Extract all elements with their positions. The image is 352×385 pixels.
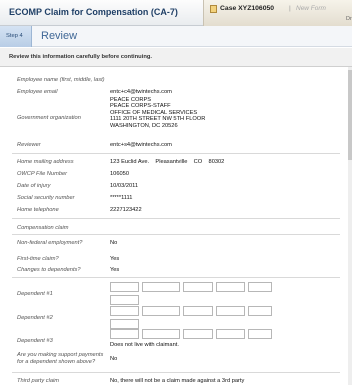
doi-value: 10/03/2011 [110, 183, 139, 189]
dependent-1-field [216, 282, 245, 292]
phone-value: 2227123422 [110, 207, 142, 213]
third-party-label: Third party claim [17, 378, 60, 384]
page-title: Review [41, 30, 78, 42]
support-label-line2: for a dependent shown above? [17, 359, 96, 365]
dependent-3-field [110, 329, 139, 339]
dependent-1-field [183, 282, 213, 292]
non-federal-value: No [110, 240, 118, 246]
dependent-3-note: Does not live with claimant. [110, 342, 179, 348]
dependent-1-field [248, 282, 272, 292]
step-bar: Step 4 Review [0, 26, 352, 47]
changes-dependents-label: Changes to dependents? [17, 267, 81, 273]
dependent-2-field [142, 306, 180, 316]
dependent-2-field [216, 306, 245, 316]
folder-icon [210, 5, 217, 13]
gov-org-label: Government organization [17, 115, 81, 121]
dependent-2-label: Dependent #2 [17, 315, 53, 321]
app-title: ECOMP Claim for Compensation (CA-7) [9, 7, 178, 17]
section-divider [12, 277, 340, 278]
dependent-1-field [142, 282, 180, 292]
gov-org-line: WASHINGTON, DC 20526 [110, 122, 178, 129]
first-time-label: First-time claim? [17, 256, 59, 262]
section-divider [12, 372, 340, 373]
step-tab-label: Step 4 [6, 33, 23, 39]
non-federal-label: Non-federal employment? [17, 240, 83, 246]
owcp-label: OWCP File Number [17, 171, 68, 177]
dependent-2-field [110, 306, 139, 316]
step-tab[interactable]: Step 4 [0, 26, 32, 47]
review-notice: Review this information carefully before… [0, 48, 352, 67]
dependent-3-label: Dependent #3 [17, 338, 53, 344]
title-bar: ECOMP Claim for Compensation (CA-7) Case… [0, 0, 352, 26]
employee-email-value: entc+c4@twintechs.com [110, 89, 172, 95]
ssn-value: *****1111 [110, 195, 133, 201]
dependent-1-label: Dependent #1 [17, 291, 53, 297]
home-address-value: 123 Euclid Ave. Pleasantville CO 80302 [110, 159, 225, 165]
dependent-1-field [110, 295, 139, 305]
reviewer-value: entc+s4@twintechs.com [110, 142, 172, 148]
dependent-2-field [110, 319, 139, 329]
new-form-link[interactable]: New Form [296, 5, 326, 12]
gov-org-value: PEACE CORPS PEACE CORPS-STAFF OFFICE OF … [110, 97, 205, 129]
first-time-value: Yes [110, 256, 120, 262]
scrollbar-thumb[interactable] [348, 70, 352, 160]
changes-dependents-value: Yes [110, 267, 120, 273]
case-label: Case XYZ106050 [220, 5, 275, 12]
gov-org-line: 1111 20TH STREET NW 5TH FLOOR [110, 116, 206, 123]
home-address-label: Home mailing address [17, 159, 74, 165]
review-notice-text: Review this information carefully before… [9, 54, 153, 60]
support-value: No [110, 356, 118, 362]
case-separator: | [289, 5, 291, 12]
section-divider [12, 153, 340, 154]
dependent-3-field [183, 329, 213, 339]
support-label-line1: Are you making support payments [17, 352, 104, 358]
case-tab[interactable]: Case XYZ106050 | New Form Dr [203, 0, 352, 26]
dependent-3-field [216, 329, 245, 339]
case-sub-text: Dr [346, 16, 352, 22]
doi-label: Date of injury [17, 183, 51, 189]
phone-label: Home telephone [17, 207, 59, 213]
dependent-3-field [248, 329, 272, 339]
section-divider [12, 218, 340, 219]
reviewer-label: Reviewer [17, 142, 41, 148]
dependent-2-field [248, 306, 272, 316]
section-divider [12, 234, 340, 235]
dependent-3-field [142, 329, 180, 339]
third-party-value: No, there will not be a claim made again… [110, 378, 245, 384]
ssn-label: Social security number [17, 195, 75, 201]
dependent-1-field [110, 282, 139, 292]
dependent-2-field [183, 306, 213, 316]
employee-name-label: Employee name (first, middle, last) [17, 77, 105, 83]
comp-claim-label: Compensation claim [17, 225, 69, 231]
owcp-value: 106050 [110, 171, 129, 177]
employee-email-label: Employee email [17, 89, 58, 95]
